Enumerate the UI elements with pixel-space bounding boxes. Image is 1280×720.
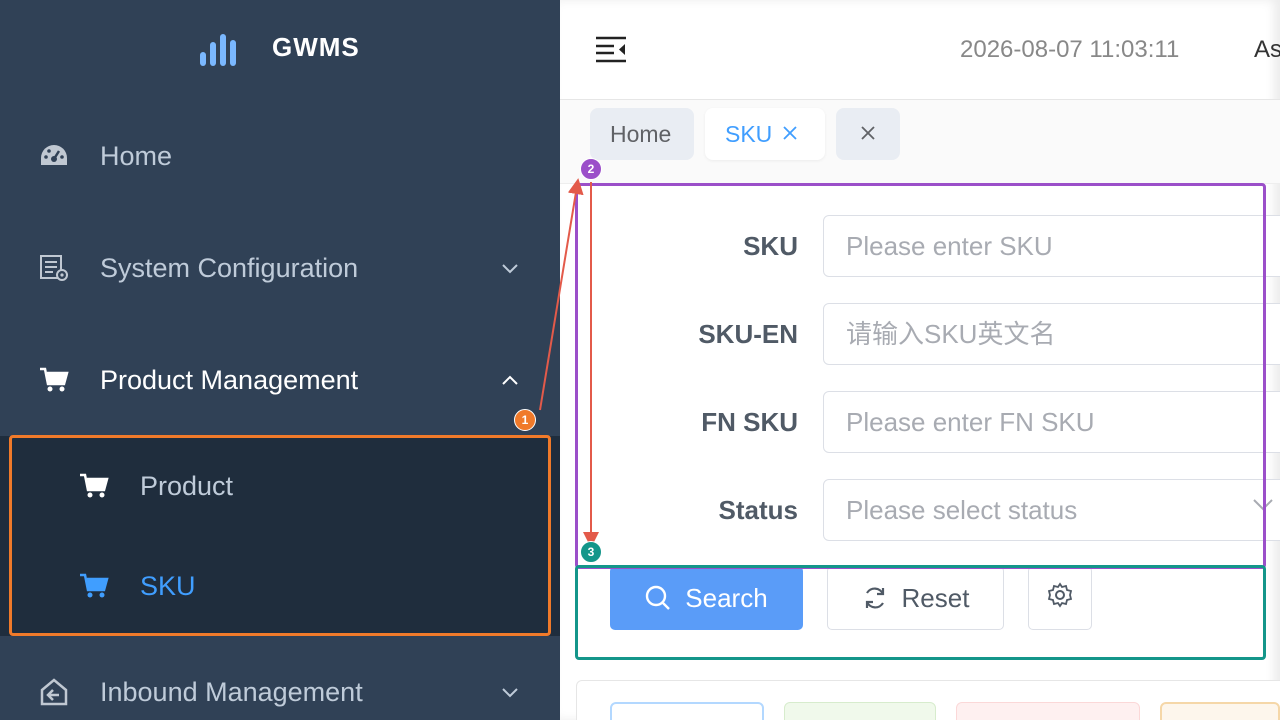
cart-icon <box>38 364 70 396</box>
form-row-sku-en: SKU-EN <box>560 303 1280 365</box>
logo-icon <box>200 28 236 66</box>
search-button[interactable]: Search <box>610 566 803 630</box>
sidebar-item-system-configuration[interactable]: System Configuration <box>0 228 560 308</box>
fnsku-input[interactable] <box>823 391 1280 453</box>
sku-input[interactable] <box>823 215 1280 277</box>
toolbar-button-blue[interactable] <box>610 702 764 720</box>
annotation-badge-3: 3 <box>580 541 602 563</box>
gear-icon <box>1047 581 1073 615</box>
navbar-truncated-text[interactable]: As <box>1254 36 1280 64</box>
sidebar-item-inbound-management[interactable]: Inbound Management <box>0 652 560 720</box>
inbound-icon <box>38 676 70 708</box>
tag-label: SKU <box>725 120 773 147</box>
logo: GWMS <box>200 28 360 66</box>
close-all-tags-button[interactable] <box>836 108 900 160</box>
tags-view-bar: Home SKU <box>560 100 1280 184</box>
sidebar-item-label: Product <box>140 470 234 501</box>
reset-button-label: Reset <box>901 582 970 613</box>
sidebar-item-label: Product Management <box>100 364 359 395</box>
fnsku-label: FN SKU <box>701 407 798 437</box>
cart-icon <box>78 470 110 502</box>
sidebar-item-label: Home <box>100 140 173 171</box>
settings-button[interactable] <box>1028 566 1092 630</box>
sku-en-label: SKU-EN <box>698 319 798 349</box>
sidebar-item-label: SKU <box>140 570 196 601</box>
status-select[interactable] <box>823 479 1280 541</box>
annotation-badge-2: 2 <box>580 158 602 180</box>
chevron-down-icon <box>500 258 520 278</box>
current-datetime: 2026-08-07 11:03:11 <box>960 36 1180 63</box>
tag-sku[interactable]: SKU <box>705 108 825 160</box>
app-title: GWMS <box>272 31 360 62</box>
chevron-down-icon <box>1252 497 1276 521</box>
form-row-fnsku: FN SKU <box>560 391 1280 453</box>
annotation-badge-1: 1 <box>514 409 536 431</box>
close-icon <box>859 121 877 148</box>
navbar: 2026-08-07 11:03:11 As <box>560 0 1280 100</box>
system-config-icon <box>38 252 70 284</box>
dashboard-icon <box>38 140 70 172</box>
status-label: Status <box>718 495 798 525</box>
toolbar-button-red[interactable] <box>956 702 1140 720</box>
search-icon <box>645 585 671 611</box>
sidebar-item-sku[interactable]: SKU <box>0 536 560 636</box>
search-button-label: Search <box>685 582 768 613</box>
sidebar-item-product-management[interactable]: Product Management <box>0 340 560 420</box>
sidebar-item-label: Inbound Management <box>100 676 363 707</box>
sidebar-item-product[interactable]: Product <box>0 436 560 536</box>
product-submenu: Product SKU <box>0 436 560 636</box>
sku-label: SKU <box>743 231 798 261</box>
tag-home[interactable]: Home <box>590 108 694 160</box>
chevron-down-icon <box>500 682 520 702</box>
toolbar-button-green[interactable] <box>784 702 936 720</box>
form-row-status: Status <box>560 479 1280 541</box>
close-icon[interactable] <box>782 121 798 147</box>
tag-label: Home <box>610 120 672 147</box>
main-content: 2026-08-07 11:03:11 As Home SKU SKU SKU-… <box>560 0 1280 720</box>
chevron-up-icon <box>500 370 520 390</box>
sidebar-item-label: System Configuration <box>100 252 359 283</box>
toolbar-button-orange[interactable] <box>1160 702 1280 720</box>
cart-icon <box>78 570 110 602</box>
reset-button[interactable]: Reset <box>827 566 1004 630</box>
refresh-icon <box>862 585 888 611</box>
sidebar: GWMS Home System Configuration Product M… <box>0 0 560 720</box>
sidebar-item-home[interactable]: Home <box>0 116 560 196</box>
sku-en-input[interactable] <box>823 303 1280 365</box>
hamburger-icon[interactable] <box>594 34 628 66</box>
form-row-sku: SKU <box>560 215 1280 277</box>
